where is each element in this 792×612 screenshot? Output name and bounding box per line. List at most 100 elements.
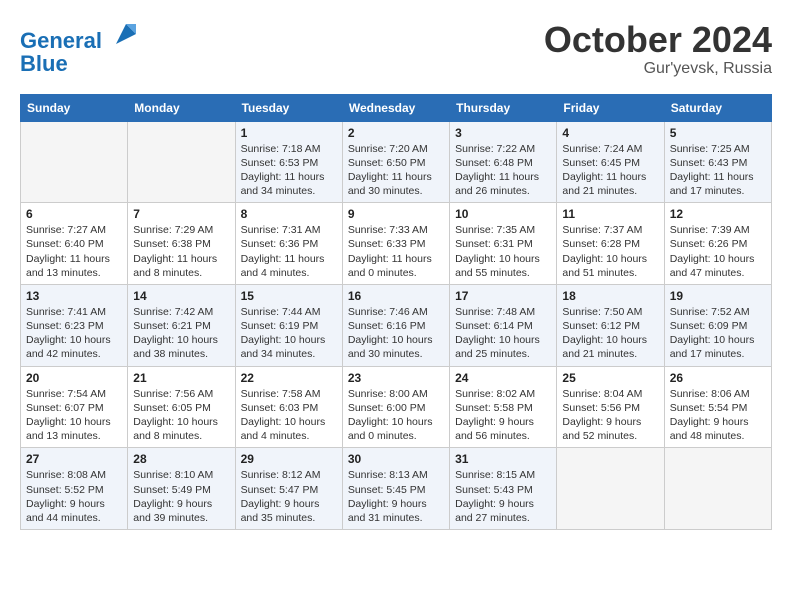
calendar-cell: 31 Sunrise: 8:15 AM Sunset: 5:43 PM Dayli… [450, 448, 557, 530]
title-block: October 2024 Gur'yevsk, Russia [544, 20, 772, 78]
day-number: 27 [26, 452, 122, 466]
day-number: 29 [241, 452, 337, 466]
calendar-cell: 2Sunrise: 7:20 AM Sunset: 6:50 PM Daylig… [342, 121, 449, 203]
logo-general: General [20, 28, 102, 53]
day-info: Sunrise: 7:18 AM Sunset: 6:53 PM Dayligh… [241, 142, 337, 199]
calendar-cell: 14 Sunrise: 7:42 AM Sunset: 6:21 PM Dayli… [128, 284, 235, 366]
calendar-cell: 19 Sunrise: 7:52 AM Sunset: 6:09 PM Dayli… [664, 284, 771, 366]
day-number: 14 [133, 289, 229, 303]
logo-blue: Blue [20, 51, 140, 77]
day-number: 7 [133, 207, 229, 221]
calendar-cell: 4 Sunrise: 7:24 AM Sunset: 6:45 PM Daylig… [557, 121, 664, 203]
calendar-cell: 20Sunrise: 7:54 AM Sunset: 6:07 PM Dayli… [21, 366, 128, 448]
day-number: 1 [241, 126, 337, 140]
day-number: 26 [670, 371, 766, 385]
page: General Blue October 2024 Gur'yevsk, Rus… [0, 0, 792, 540]
day-info: Sunrise: 7:24 AM Sunset: 6:45 PM Dayligh… [562, 142, 658, 199]
calendar-cell: 18 Sunrise: 7:50 AM Sunset: 6:12 PM Dayli… [557, 284, 664, 366]
day-info: Sunrise: 8:04 AM Sunset: 5:56 PM Dayligh… [562, 387, 658, 444]
header: General Blue October 2024 Gur'yevsk, Rus… [20, 20, 772, 78]
day-info: Sunrise: 7:37 AM Sunset: 6:28 PM Dayligh… [562, 223, 658, 280]
day-number: 31 [455, 452, 551, 466]
day-number: 10 [455, 207, 551, 221]
calendar-header-row: SundayMondayTuesdayWednesdayThursdayFrid… [21, 94, 772, 121]
calendar-cell: 13 Sunrise: 7:41 AM Sunset: 6:23 PM Dayli… [21, 284, 128, 366]
logo-text: General [20, 20, 140, 53]
day-info: Sunrise: 7:58 AM Sunset: 6:03 PM Dayligh… [241, 387, 337, 444]
day-number: 8 [241, 207, 337, 221]
day-info: Sunrise: 8:06 AM Sunset: 5:54 PM Dayligh… [670, 387, 766, 444]
day-info: Sunrise: 8:15 AM Sunset: 5:43 PM Dayligh… [455, 468, 551, 525]
day-info: Sunrise: 8:00 AM Sunset: 6:00 PM Dayligh… [348, 387, 444, 444]
logo: General Blue [20, 20, 140, 77]
calendar-table: SundayMondayTuesdayWednesdayThursdayFrid… [20, 94, 772, 530]
day-number: 24 [455, 371, 551, 385]
day-number: 18 [562, 289, 658, 303]
day-info: Sunrise: 7:33 AM Sunset: 6:33 PM Dayligh… [348, 223, 444, 280]
calendar-cell [21, 121, 128, 203]
calendar-cell: 24 Sunrise: 8:02 AM Sunset: 5:58 PM Dayli… [450, 366, 557, 448]
day-info: Sunrise: 7:56 AM Sunset: 6:05 PM Dayligh… [133, 387, 229, 444]
day-info: Sunrise: 7:48 AM Sunset: 6:14 PM Dayligh… [455, 305, 551, 362]
day-info: Sunrise: 7:42 AM Sunset: 6:21 PM Dayligh… [133, 305, 229, 362]
day-info: Sunrise: 8:13 AM Sunset: 5:45 PM Dayligh… [348, 468, 444, 525]
day-info: Sunrise: 8:12 AM Sunset: 5:47 PM Dayligh… [241, 468, 337, 525]
calendar-cell: 22 Sunrise: 7:58 AM Sunset: 6:03 PM Dayli… [235, 366, 342, 448]
calendar-header-wednesday: Wednesday [342, 94, 449, 121]
calendar-week-row: 6 Sunrise: 7:27 AM Sunset: 6:40 PM Daylig… [21, 203, 772, 285]
calendar-cell: 1 Sunrise: 7:18 AM Sunset: 6:53 PM Daylig… [235, 121, 342, 203]
day-number: 3 [455, 126, 551, 140]
location: Gur'yevsk, Russia [544, 60, 772, 78]
day-info: Sunrise: 7:39 AM Sunset: 6:26 PM Dayligh… [670, 223, 766, 280]
day-number: 13 [26, 289, 122, 303]
day-info: Sunrise: 7:41 AM Sunset: 6:23 PM Dayligh… [26, 305, 122, 362]
calendar-cell: 26 Sunrise: 8:06 AM Sunset: 5:54 PM Dayli… [664, 366, 771, 448]
day-number: 21 [133, 371, 229, 385]
calendar-cell: 10 Sunrise: 7:35 AM Sunset: 6:31 PM Dayli… [450, 203, 557, 285]
calendar-header-friday: Friday [557, 94, 664, 121]
day-number: 19 [670, 289, 766, 303]
day-info: Sunrise: 8:10 AM Sunset: 5:49 PM Dayligh… [133, 468, 229, 525]
calendar-cell: 21 Sunrise: 7:56 AM Sunset: 6:05 PM Dayli… [128, 366, 235, 448]
calendar-cell: 17Sunrise: 7:48 AM Sunset: 6:14 PM Dayli… [450, 284, 557, 366]
day-info: Sunrise: 8:08 AM Sunset: 5:52 PM Dayligh… [26, 468, 122, 525]
day-info: Sunrise: 7:25 AM Sunset: 6:43 PM Dayligh… [670, 142, 766, 199]
day-info: Sunrise: 7:22 AM Sunset: 6:48 PM Dayligh… [455, 142, 551, 199]
day-number: 25 [562, 371, 658, 385]
day-number: 4 [562, 126, 658, 140]
calendar-cell: 11Sunrise: 7:37 AM Sunset: 6:28 PM Dayli… [557, 203, 664, 285]
day-info: Sunrise: 7:35 AM Sunset: 6:31 PM Dayligh… [455, 223, 551, 280]
calendar-header-tuesday: Tuesday [235, 94, 342, 121]
calendar-cell [664, 448, 771, 530]
day-info: Sunrise: 7:46 AM Sunset: 6:16 PM Dayligh… [348, 305, 444, 362]
day-number: 28 [133, 452, 229, 466]
day-info: Sunrise: 7:29 AM Sunset: 6:38 PM Dayligh… [133, 223, 229, 280]
calendar-cell: 5 Sunrise: 7:25 AM Sunset: 6:43 PM Daylig… [664, 121, 771, 203]
calendar-cell: 29 Sunrise: 8:12 AM Sunset: 5:47 PM Dayli… [235, 448, 342, 530]
calendar-cell: 27 Sunrise: 8:08 AM Sunset: 5:52 PM Dayli… [21, 448, 128, 530]
calendar-cell: 23Sunrise: 8:00 AM Sunset: 6:00 PM Dayli… [342, 366, 449, 448]
day-number: 12 [670, 207, 766, 221]
day-number: 30 [348, 452, 444, 466]
day-info: Sunrise: 7:52 AM Sunset: 6:09 PM Dayligh… [670, 305, 766, 362]
day-number: 9 [348, 207, 444, 221]
day-info: Sunrise: 7:50 AM Sunset: 6:12 PM Dayligh… [562, 305, 658, 362]
calendar-cell: 28 Sunrise: 8:10 AM Sunset: 5:49 PM Dayli… [128, 448, 235, 530]
day-number: 6 [26, 207, 122, 221]
day-number: 16 [348, 289, 444, 303]
day-number: 5 [670, 126, 766, 140]
calendar-header-sunday: Sunday [21, 94, 128, 121]
calendar-week-row: 13 Sunrise: 7:41 AM Sunset: 6:23 PM Dayli… [21, 284, 772, 366]
calendar-header-monday: Monday [128, 94, 235, 121]
month-title: October 2024 [544, 20, 772, 60]
day-info: Sunrise: 8:02 AM Sunset: 5:58 PM Dayligh… [455, 387, 551, 444]
calendar-week-row: 1 Sunrise: 7:18 AM Sunset: 6:53 PM Daylig… [21, 121, 772, 203]
day-number: 15 [241, 289, 337, 303]
day-info: Sunrise: 7:27 AM Sunset: 6:40 PM Dayligh… [26, 223, 122, 280]
day-info: Sunrise: 7:20 AM Sunset: 6:50 PM Dayligh… [348, 142, 444, 199]
day-info: Sunrise: 7:54 AM Sunset: 6:07 PM Dayligh… [26, 387, 122, 444]
calendar-cell: 9 Sunrise: 7:33 AM Sunset: 6:33 PM Daylig… [342, 203, 449, 285]
calendar-cell [128, 121, 235, 203]
calendar-cell: 7 Sunrise: 7:29 AM Sunset: 6:38 PM Daylig… [128, 203, 235, 285]
day-number: 22 [241, 371, 337, 385]
